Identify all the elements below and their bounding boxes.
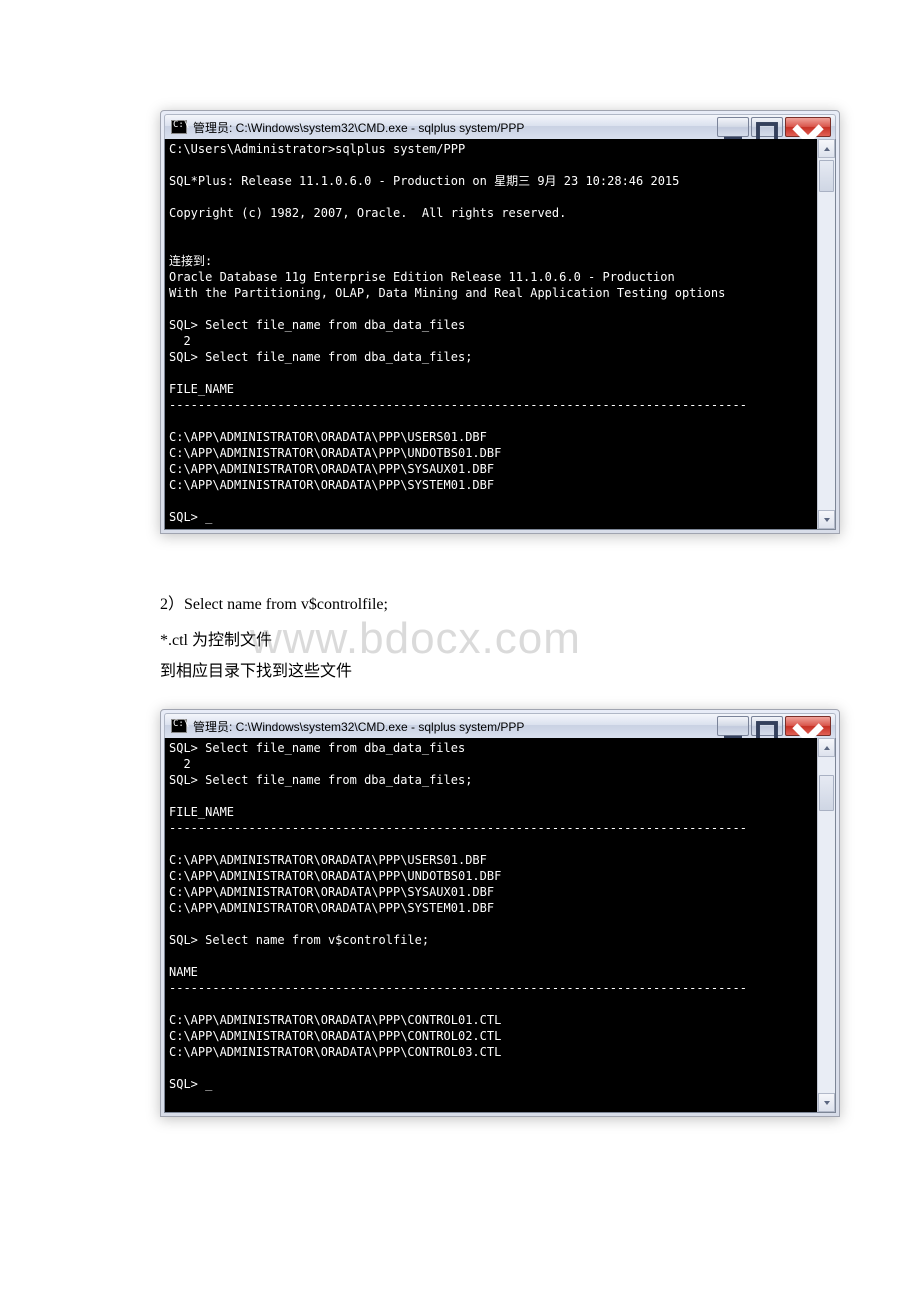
scroll-up-button[interactable] (818, 738, 835, 757)
scroll-down-button[interactable] (818, 510, 835, 529)
vertical-scrollbar[interactable] (817, 738, 835, 1112)
scroll-down-button[interactable] (818, 1093, 835, 1112)
body-line-3: 到相应目录下找到这些文件 (160, 657, 840, 687)
body-line-1: 2）Select name from v$controlfile; (160, 590, 840, 620)
cmd-window-2: C:\ 管理员: C:\Windows\system32\CMD.exe - s… (160, 709, 840, 1117)
close-button[interactable] (785, 117, 831, 137)
vertical-scrollbar[interactable] (817, 139, 835, 529)
titlebar[interactable]: C:\ 管理员: C:\Windows\system32\CMD.exe - s… (164, 114, 836, 139)
window-title: 管理员: C:\Windows\system32\CMD.exe - sqlpl… (193, 119, 717, 136)
cmd-icon: C:\ (171, 120, 187, 134)
maximize-button[interactable] (751, 716, 783, 736)
close-button[interactable] (785, 716, 831, 736)
terminal-output[interactable]: SQL> Select file_name from dba_data_file… (165, 738, 835, 1112)
scroll-thumb[interactable] (819, 160, 834, 192)
maximize-button[interactable] (751, 117, 783, 137)
document-body-text: www.bdocx.com 2）Select name from v$contr… (160, 590, 840, 687)
scroll-track[interactable] (818, 158, 835, 510)
body-line-2: *.ctl 为控制文件 (160, 626, 840, 656)
document-page: C:\ 管理员: C:\Windows\system32\CMD.exe - s… (160, 110, 840, 1117)
scroll-up-button[interactable] (818, 139, 835, 158)
cmd-icon: C:\ (171, 719, 187, 733)
minimize-button[interactable] (717, 117, 749, 137)
window-title: 管理员: C:\Windows\system32\CMD.exe - sqlpl… (193, 718, 717, 735)
scroll-track[interactable] (818, 757, 835, 1093)
scroll-thumb[interactable] (819, 775, 834, 811)
terminal-output[interactable]: C:\Users\Administrator>sqlplus system/PP… (165, 139, 835, 529)
minimize-button[interactable] (717, 716, 749, 736)
titlebar[interactable]: C:\ 管理员: C:\Windows\system32\CMD.exe - s… (164, 713, 836, 738)
cmd-window-1: C:\ 管理员: C:\Windows\system32\CMD.exe - s… (160, 110, 840, 534)
